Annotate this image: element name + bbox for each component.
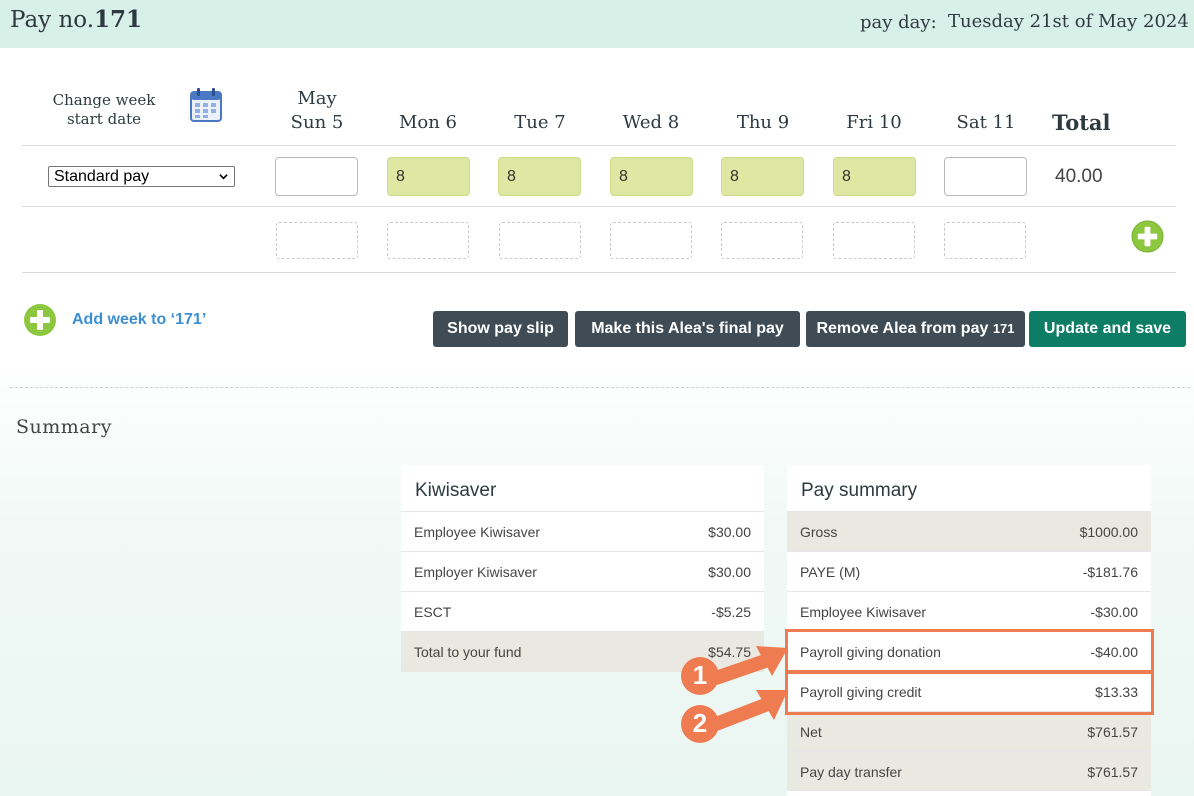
day-head-fri: Fri 10 (846, 112, 902, 133)
row-label: Payroll giving donation (800, 644, 941, 660)
payday-label: pay day: (860, 12, 937, 33)
row-label: Pay day transfer (800, 764, 902, 780)
pay-summary-card: Pay summary Gross $1000.00 PAYE (M) -$18… (787, 465, 1151, 796)
table-rule-middle (22, 206, 1176, 207)
empty-hours-thu[interactable] (721, 222, 803, 259)
hours-input-mon[interactable]: 8 (387, 157, 470, 196)
day-head-thu: Thu 9 (736, 112, 790, 133)
table-rule-top (22, 145, 1176, 146)
remove-from-pay-label: Remove Alea from pay (816, 320, 989, 337)
empty-hours-fri[interactable] (833, 222, 915, 259)
section-divider (10, 387, 1190, 388)
row-label: Gross (800, 524, 838, 540)
row-label: Total to your fund (414, 644, 522, 660)
add-week-link[interactable]: Add week to ‘171’ (72, 311, 206, 329)
change-week-line2: start date (66, 110, 142, 128)
row-value: $13.33 (1095, 684, 1138, 700)
row-value: $1000.00 (1079, 524, 1138, 540)
table-row: Employee Kiwisaver -$30.00 (787, 591, 1151, 631)
table-row: Payroll giving credit $13.33 (787, 671, 1151, 711)
calendar-icon[interactable] (189, 87, 223, 123)
row-total-value: 40.00 (1055, 166, 1103, 187)
change-week-line1: Change week (52, 91, 156, 109)
row-value: -$30.00 (1090, 604, 1138, 620)
empty-hours-wed[interactable] (610, 222, 692, 259)
add-week-plus-icon[interactable] (23, 303, 57, 337)
table-row: ESCT -$5.25 (401, 591, 764, 631)
month-label: May (297, 88, 337, 109)
callout-number-2: 2 (692, 708, 708, 738)
table-row: Employee Kiwisaver $30.00 (401, 511, 764, 551)
page-title: Pay no.171 (10, 6, 142, 33)
table-row: Payroll giving donation -$40.00 (787, 631, 1151, 671)
table-row: PAYE (M) -$181.76 (787, 551, 1151, 591)
row-label: PAYE (M) (800, 564, 861, 580)
pay-title-prefix: Pay no. (10, 7, 95, 33)
row-value: -$5.25 (711, 604, 751, 620)
row-value: -$181.76 (1082, 564, 1138, 580)
total-header: Total (1052, 110, 1111, 135)
day-head-wed: Wed 8 (622, 112, 680, 133)
row-value: $761.57 (1087, 724, 1138, 740)
update-save-button[interactable]: Update and save (1029, 311, 1186, 347)
table-row: Gross $1000.00 (787, 511, 1151, 551)
show-pay-slip-button[interactable]: Show pay slip (433, 311, 568, 347)
empty-hours-sun[interactable] (276, 222, 358, 259)
row-value: $30.00 (708, 564, 751, 580)
row-label: Employer Kiwisaver (414, 564, 537, 580)
pay-number: 171 (94, 6, 143, 33)
empty-hours-sat[interactable] (944, 222, 1026, 259)
row-label: ESCT (414, 604, 452, 620)
row-label: Employee Kiwisaver (414, 524, 541, 540)
hours-input-sun[interactable] (275, 157, 358, 196)
remove-from-pay-button[interactable]: Remove Alea from pay 171 (806, 311, 1025, 347)
day-head-sat: Sat 11 (956, 112, 1016, 133)
day-label-sun: Sun 5 (290, 112, 344, 133)
empty-hours-mon[interactable] (387, 222, 469, 259)
pay-type-select[interactable]: Standard pay (48, 166, 235, 187)
row-value: $761.57 (1087, 764, 1138, 780)
add-row-plus-icon[interactable] (1131, 220, 1164, 253)
pay-type-value: Standard pay (54, 168, 150, 185)
hours-input-thu[interactable]: 8 (721, 157, 804, 196)
remove-from-pay-number: 171 (992, 321, 1015, 336)
final-pay-button[interactable]: Make this Alea's final pay (575, 311, 800, 347)
chevron-down-icon (219, 174, 228, 180)
hours-input-tue[interactable]: 8 (498, 157, 581, 196)
payday-value: Tuesday 21st of May 2024 (948, 11, 1189, 32)
pay-summary-title: Pay summary (801, 480, 918, 501)
day-head-tue: Tue 7 (514, 112, 566, 133)
empty-hours-tue[interactable] (499, 222, 581, 259)
hours-input-wed[interactable]: 8 (610, 157, 693, 196)
change-week-label: Change week start date (40, 91, 168, 129)
table-row: Net $761.57 (787, 711, 1151, 751)
row-label: Net (800, 724, 822, 740)
summary-heading: Summary (16, 416, 112, 438)
hours-input-sat[interactable] (944, 157, 1027, 196)
table-row: Employer Kiwisaver $30.00 (401, 551, 764, 591)
day-head-mon: Mon 6 (398, 112, 458, 133)
kiwisaver-title: Kiwisaver (415, 480, 497, 501)
table-row: Pay day transfer $761.57 (787, 751, 1151, 791)
row-label: Payroll giving credit (800, 684, 922, 700)
pay-header: Pay no.171 pay day: Tuesday 21st of May … (0, 0, 1194, 48)
hours-input-fri[interactable]: 8 (833, 157, 916, 196)
table-rule-bottom (22, 272, 1176, 273)
row-value: $30.00 (708, 524, 751, 540)
day-head-sun: May Sun 5 (272, 87, 362, 135)
row-label: Employee Kiwisaver (800, 604, 927, 620)
row-value: -$40.00 (1090, 644, 1138, 660)
